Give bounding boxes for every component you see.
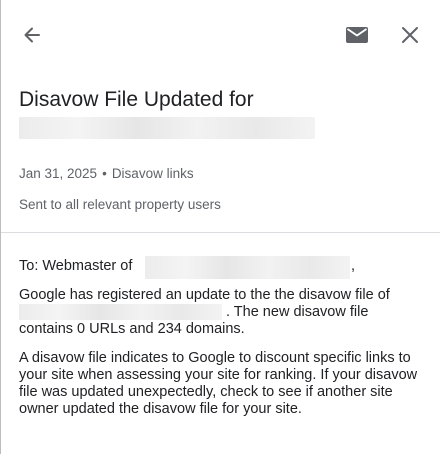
recipients-note: Sent to all relevant property users [19, 197, 221, 212]
email-subject: Disavow File Updated for [19, 88, 254, 111]
close-icon [402, 27, 418, 43]
email-date: Jan 31, 2025 [19, 166, 98, 181]
paragraph-1-line-1: Google has registered an update to the t… [19, 287, 390, 303]
window-edge [0, 0, 1, 454]
arrow-left-icon [24, 27, 40, 43]
close-button[interactable] [395, 20, 425, 50]
mail-button[interactable] [342, 20, 372, 50]
redacted-site-name [19, 117, 315, 139]
email-meta: Jan 31, 2025 • Disavow links [19, 166, 194, 181]
redacted-webmaster-site [145, 256, 350, 279]
redacted-property-url [19, 304, 222, 320]
email-category: Disavow links [111, 166, 194, 181]
to-line-comma: , [351, 258, 356, 274]
envelope-icon [346, 27, 368, 43]
paragraph-2: A disavow file indicates to Google to di… [19, 350, 418, 417]
paragraph-1-line-2: . The new disavow file [226, 304, 369, 320]
meta-separator: • [102, 166, 107, 181]
back-button[interactable] [17, 20, 47, 50]
paragraph-1-line-3: contains 0 URLs and 234 domains. [19, 321, 245, 337]
header-divider [1, 232, 440, 233]
